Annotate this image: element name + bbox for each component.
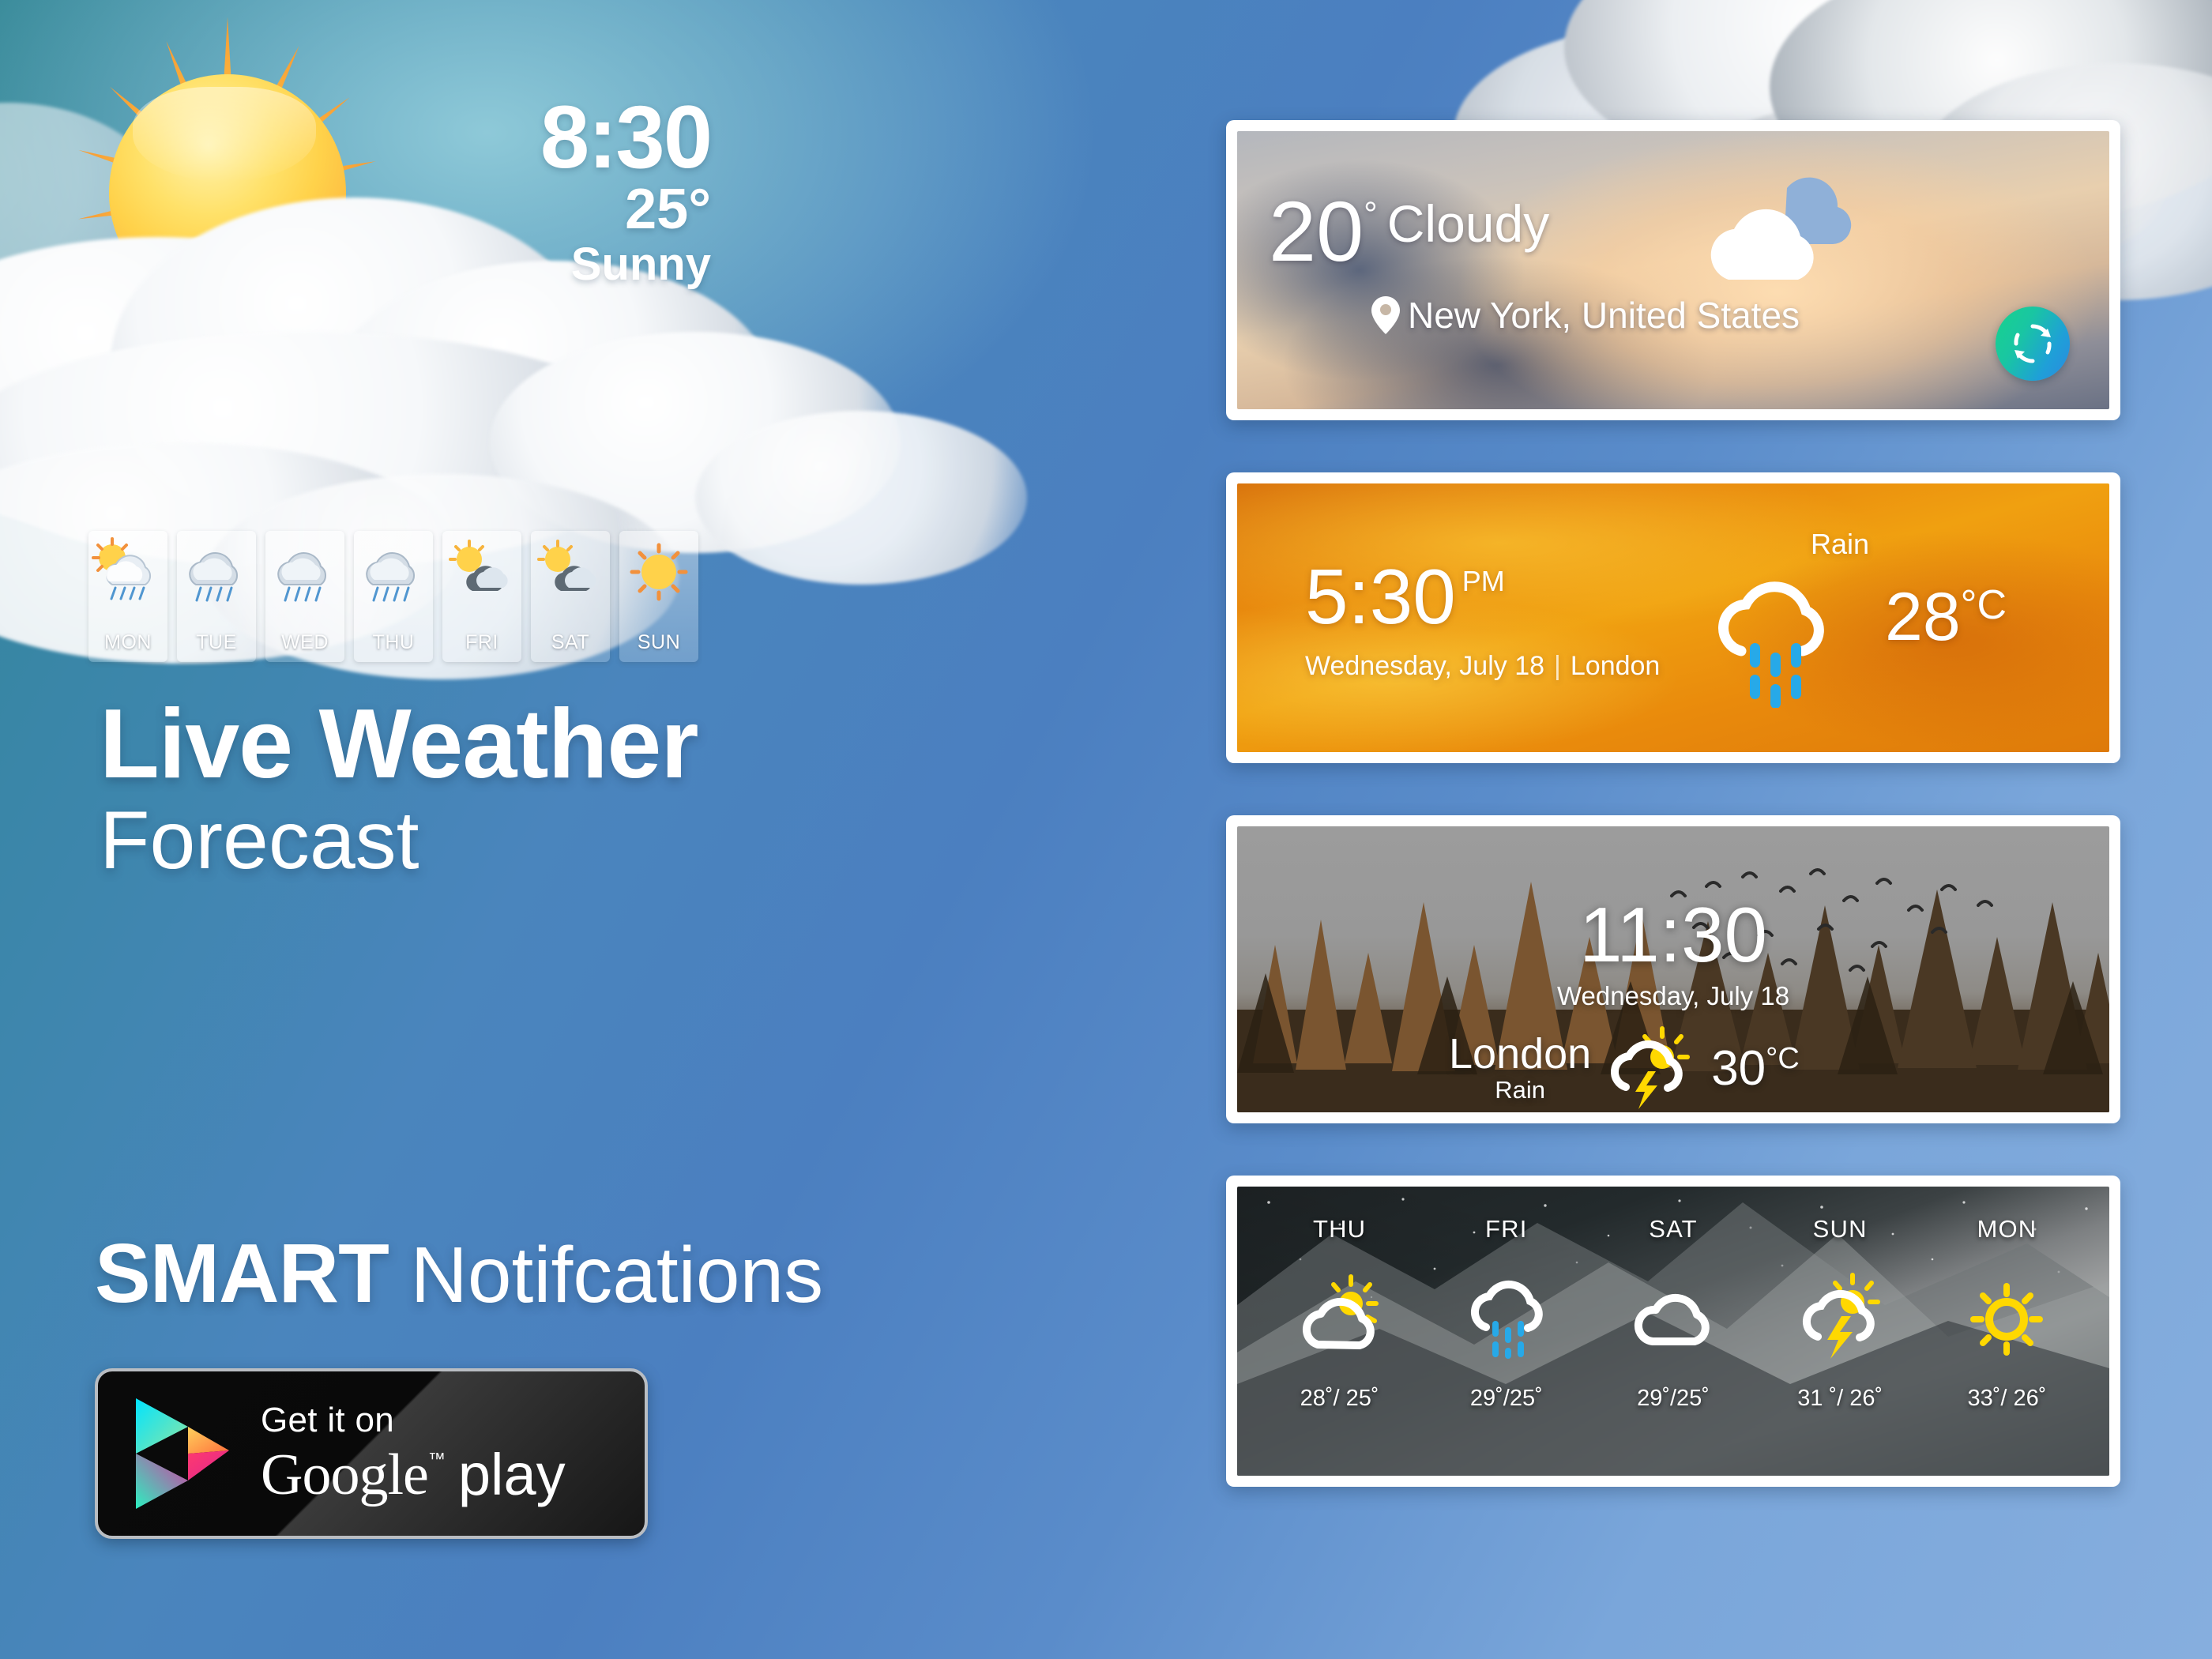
- widget2-meridiem: PM: [1462, 565, 1505, 597]
- notifications-word: Notifcations: [388, 1231, 824, 1319]
- hero-time-block: 8:30 25° Sunny: [300, 88, 713, 291]
- widget3-temperature-block: 30 °C: [1711, 1040, 1800, 1097]
- hero-time: 8:30: [540, 88, 713, 186]
- widget2-clock-block: 5:30 PM Wednesday, July 18 | London: [1305, 553, 1661, 682]
- widget2-temperature: 28: [1885, 579, 1961, 655]
- page-title: Live Weather Forecast: [100, 690, 699, 886]
- forecast-day-fri[interactable]: FRI 29˚/25˚: [1423, 1215, 1589, 1454]
- weekday-label: TUE: [196, 631, 237, 653]
- forecast-day-sun[interactable]: SUN 31 ˚/ 26˚: [1757, 1215, 1924, 1454]
- title-line-2: Forecast: [100, 795, 419, 886]
- widget3-bottom-row: London Rain 30 °C: [1449, 1024, 1800, 1112]
- title-line-1: Live Weather: [100, 690, 699, 799]
- widget2-condition: Rain: [1811, 528, 1870, 560]
- sun-gloss: [133, 87, 316, 182]
- weekday-label: FRI: [465, 631, 498, 653]
- weekday-card-wed[interactable]: WED: [265, 531, 344, 662]
- google-play-badge[interactable]: Get it on Google ™ play: [95, 1368, 648, 1539]
- sun-cloud-icon: [1302, 1274, 1379, 1349]
- thunderstorm-sun-icon: [1803, 1273, 1881, 1359]
- widget-card-mountain-forecast[interactable]: THU 28˚/ 25˚ FRI 29˚/25˚ SAT 29˚/25˚ SUN…: [1226, 1176, 2120, 1487]
- play-wordmark: play: [457, 1442, 566, 1507]
- widget2-temperature-block: 28 °C: [1885, 583, 2007, 651]
- rain-cloud-icon: [277, 552, 326, 602]
- widget1-temp-condition: 20 ° Cloudy: [1269, 183, 1550, 279]
- widget-card-cloudy-newyork[interactable]: 20 ° Cloudy New York, United States: [1226, 120, 2120, 420]
- hero-temperature: 25°: [625, 177, 711, 241]
- rain-cloud-icon: [1470, 1280, 1543, 1359]
- widget1-location: New York, United States: [1370, 294, 1800, 337]
- sun-icon: [630, 543, 688, 601]
- get-it-on-label: Get it on: [261, 1401, 395, 1439]
- weekday-card-mon[interactable]: MON: [88, 531, 167, 662]
- cloud-icon: [1710, 177, 1852, 280]
- hero-condition: Sunny: [570, 239, 711, 291]
- weekday-label: SAT: [551, 631, 590, 653]
- weekday-card-tue[interactable]: TUE: [177, 531, 256, 662]
- sun-thunderstorm-icon: [1611, 1026, 1691, 1109]
- weekday-card-sun[interactable]: SUN: [619, 531, 698, 662]
- sun-cloud-icon: [449, 540, 508, 591]
- weekday-label: WED: [281, 631, 329, 653]
- widget-card-orange-london[interactable]: 5:30 PM Wednesday, July 18 | London Rain: [1226, 472, 2120, 763]
- weekday-card-thu[interactable]: THU: [354, 531, 433, 662]
- widget1-location-text: New York, United States: [1408, 295, 1800, 336]
- widget1-degree-symbol: °: [1364, 195, 1378, 234]
- widget-card-forest-london[interactable]: 11:30 Wednesday, July 18 London Rain 30 …: [1226, 815, 2120, 1123]
- widget-preview-column: 20 ° Cloudy New York, United States 5:30…: [1226, 120, 2120, 1539]
- forecast-day-label: FRI: [1485, 1215, 1528, 1243]
- widget1-temperature: 20: [1269, 183, 1364, 279]
- sun-icon: [1970, 1283, 2044, 1356]
- forecast-day-temps: 33˚/ 26˚: [1967, 1386, 2047, 1411]
- refresh-button[interactable]: [1996, 307, 2070, 381]
- rain-cloud-icon: [366, 552, 415, 602]
- google-play-triangle-icon: [136, 1398, 229, 1509]
- trademark-symbol: ™: [427, 1449, 446, 1469]
- weekday-forecast-strip: MON TUE WED THU FRI SAT SUN: [88, 531, 698, 662]
- widget2-date: Wednesday, July 18: [1305, 651, 1545, 682]
- forecast-day-thu[interactable]: THU 28˚/ 25˚: [1256, 1215, 1423, 1454]
- widget3-city: London: [1449, 1029, 1592, 1078]
- forecast-day-sat[interactable]: SAT 29˚/25˚: [1589, 1215, 1756, 1454]
- widget3-date: Wednesday, July 18: [1556, 981, 1790, 1010]
- rain-cloud-icon: [1718, 581, 1824, 708]
- smart-notifications-headline: SMART Notifcations: [95, 1226, 823, 1322]
- forecast-day-temps: 28˚/ 25˚: [1300, 1386, 1379, 1411]
- google-wordmark: Google: [261, 1443, 429, 1507]
- forecast-day-temps: 29˚/25˚: [1469, 1386, 1543, 1411]
- sun-rain-cloud-icon: [92, 537, 151, 600]
- widget2-unit: °C: [1960, 582, 2007, 628]
- forecast-day-label: MON: [1977, 1215, 2037, 1243]
- forecast-day-temps: 29˚/25˚: [1637, 1386, 1710, 1411]
- weekday-card-fri[interactable]: FRI: [442, 531, 521, 662]
- forecast-day-mon[interactable]: MON 33˚/ 26˚: [1924, 1215, 2090, 1454]
- five-day-forecast-row: THU 28˚/ 25˚ FRI 29˚/25˚ SAT 29˚/25˚ SUN…: [1237, 1187, 2109, 1476]
- forecast-day-label: SUN: [1812, 1215, 1868, 1243]
- sun-cloud-icon: [537, 540, 596, 591]
- widget2-city: London: [1570, 651, 1661, 682]
- refresh-icon: [2014, 324, 2052, 363]
- weekday-label: THU: [372, 631, 415, 653]
- forecast-day-label: SAT: [1649, 1215, 1698, 1243]
- widget3-temperature: 30: [1711, 1040, 1766, 1096]
- widget1-condition: Cloudy: [1386, 194, 1550, 253]
- weekday-label: SUN: [637, 631, 681, 653]
- widget3-unit: °C: [1766, 1041, 1800, 1075]
- rain-cloud-icon: [189, 552, 238, 602]
- forecast-day-label: THU: [1312, 1215, 1367, 1243]
- widget2-separator: |: [1554, 651, 1561, 682]
- forecast-day-temps: 31 ˚/ 26˚: [1797, 1386, 1883, 1411]
- widget3-time: 11:30: [1579, 891, 1767, 978]
- widget3-condition: Rain: [1495, 1076, 1545, 1104]
- widget2-time: 5:30: [1305, 553, 1456, 640]
- weekday-card-sat[interactable]: SAT: [531, 531, 610, 662]
- smart-word: SMART: [95, 1227, 389, 1320]
- map-pin-icon: [1371, 296, 1400, 334]
- weekday-label: MON: [104, 631, 152, 653]
- cloud-icon: [1634, 1293, 1710, 1345]
